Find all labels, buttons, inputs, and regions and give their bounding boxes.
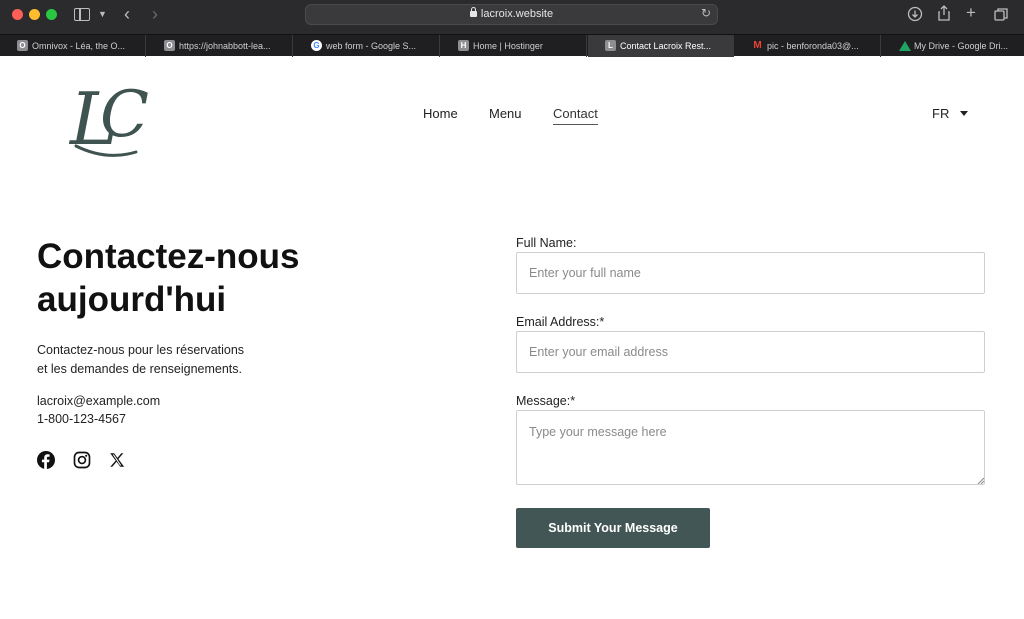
page-title-line: aujourd'hui bbox=[37, 280, 227, 319]
address-bar[interactable]: lacroix.website ↻ bbox=[305, 4, 718, 25]
downloads-icon[interactable] bbox=[907, 6, 923, 22]
facebook-icon[interactable] bbox=[37, 451, 55, 469]
full-name-label: Full Name: bbox=[516, 236, 577, 250]
reload-icon[interactable]: ↻ bbox=[701, 6, 711, 20]
sidebar-toggle-icon[interactable] bbox=[74, 8, 90, 21]
tab-label: Omnivox - Léa, the O... bbox=[32, 41, 126, 51]
tab-overview-icon[interactable] bbox=[994, 7, 1009, 22]
url-text: lacroix.website bbox=[480, 8, 554, 20]
omnivox-favicon-icon: O bbox=[17, 40, 28, 51]
browser-tab-active[interactable]: L Contact Lacroix Rest... bbox=[588, 35, 734, 57]
tab-label: pic - benforonda03@... bbox=[767, 41, 859, 51]
instagram-icon[interactable] bbox=[73, 451, 91, 469]
resize-handle-icon[interactable] bbox=[977, 477, 984, 484]
browser-tab[interactable]: H Home | Hostinger bbox=[441, 35, 587, 57]
browser-toolbar: ▼ ‹ › lacroix.website ↻ + bbox=[0, 0, 1024, 34]
browser-tab[interactable]: Ohttps://johnabbott-lea... bbox=[147, 35, 293, 57]
x-twitter-icon[interactable] bbox=[108, 451, 126, 469]
nav-home-link[interactable]: Home bbox=[423, 106, 458, 121]
page-title: Contactez-nous aujourd'hui bbox=[37, 235, 417, 321]
share-icon[interactable] bbox=[936, 5, 952, 22]
contact-phone[interactable]: 1-800-123-4567 bbox=[37, 412, 126, 426]
browser-tab[interactable]: Gweb form - Google S... bbox=[294, 35, 440, 57]
lacroix-favicon-icon: L bbox=[605, 40, 616, 51]
email-input[interactable] bbox=[516, 331, 985, 373]
logo-letter-c: C bbox=[100, 78, 149, 152]
google-favicon-icon: G bbox=[311, 40, 322, 51]
browser-tab[interactable]: O Omnivox - Léa, the O... bbox=[0, 35, 146, 57]
tab-label: My Drive - Google Dri... bbox=[914, 41, 1009, 51]
new-tab-icon[interactable]: + bbox=[966, 4, 976, 22]
nav-contact-link[interactable]: Contact bbox=[553, 106, 598, 125]
full-name-input[interactable] bbox=[516, 252, 985, 294]
back-arrow-icon[interactable]: ‹ bbox=[124, 5, 130, 23]
browser-tab[interactable]: Mpic - benforonda03@... bbox=[735, 35, 881, 57]
google-drive-favicon-icon bbox=[899, 41, 911, 51]
lacroix-logo[interactable]: L C bbox=[66, 74, 150, 160]
contact-intro: Contactez-nous pour les réservations et … bbox=[37, 341, 297, 379]
gmail-favicon-icon: M bbox=[753, 40, 762, 51]
omnivox-favicon-icon: O bbox=[164, 40, 175, 51]
language-selector[interactable]: FR bbox=[932, 106, 949, 121]
zoom-window-button[interactable] bbox=[46, 9, 57, 20]
contact-email[interactable]: lacroix@example.com bbox=[37, 394, 160, 408]
caret-down-icon[interactable] bbox=[960, 111, 968, 116]
tab-label: web form - Google S... bbox=[326, 41, 417, 51]
chevron-down-icon[interactable]: ▼ bbox=[98, 5, 107, 23]
tab-label: https://johnabbott-lea... bbox=[179, 41, 271, 51]
page-title-line: Contactez-nous bbox=[37, 237, 300, 276]
tab-label: Home | Hostinger bbox=[473, 41, 543, 51]
intro-line: Contactez-nous pour les réservations bbox=[37, 343, 245, 357]
tab-label: Contact Lacroix Rest... bbox=[620, 41, 712, 51]
intro-line: et les demandes de renseignements. bbox=[37, 362, 242, 376]
minimize-window-button[interactable] bbox=[29, 9, 40, 20]
forward-arrow-icon[interactable]: › bbox=[152, 5, 158, 23]
hostinger-favicon-icon: H bbox=[458, 40, 469, 51]
submit-message-button[interactable]: Submit Your Message bbox=[516, 508, 710, 548]
message-textarea[interactable] bbox=[516, 410, 985, 485]
nav-menu-link[interactable]: Menu bbox=[489, 106, 522, 121]
tab-strip: O Omnivox - Léa, the O... Ohttps://johnab… bbox=[0, 34, 1024, 57]
close-window-button[interactable] bbox=[12, 9, 23, 20]
lock-icon bbox=[469, 7, 477, 17]
browser-tab[interactable]: My Drive - Google Dri... bbox=[882, 35, 1024, 57]
email-label: Email Address:* bbox=[516, 315, 605, 329]
message-label: Message:* bbox=[516, 394, 576, 408]
